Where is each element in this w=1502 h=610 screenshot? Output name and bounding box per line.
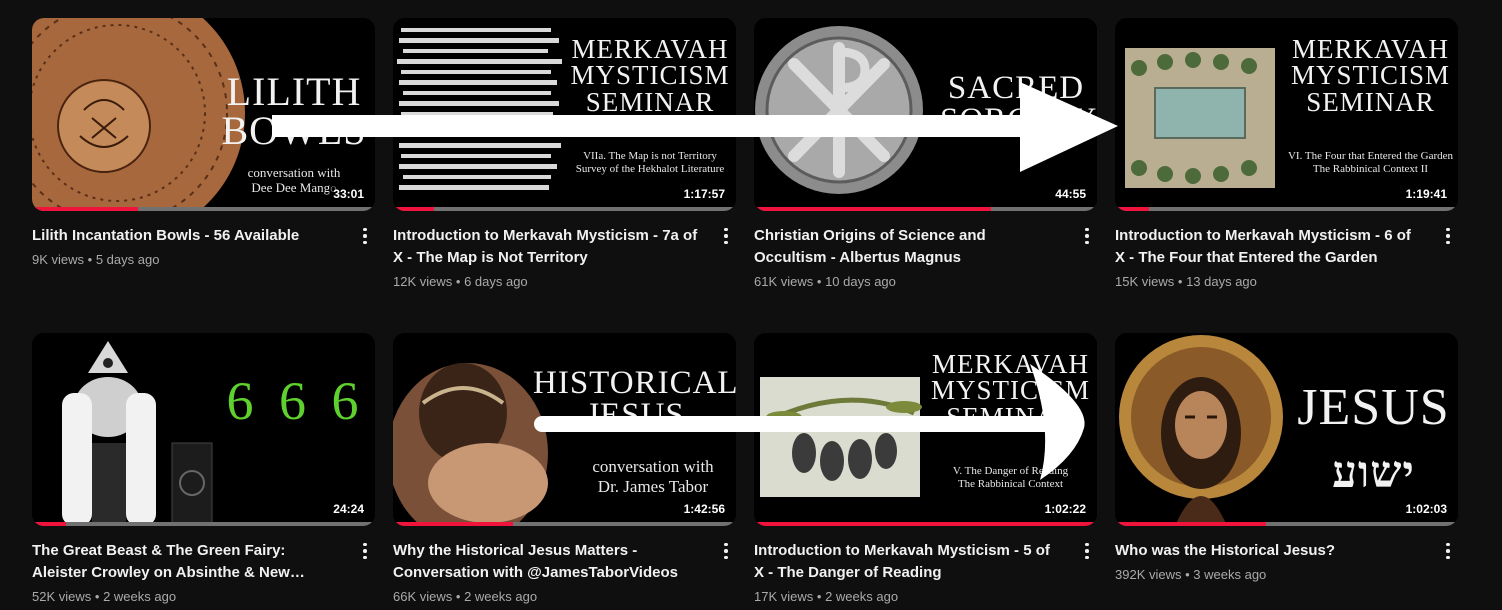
- duration-badge: 1:02:03: [1401, 501, 1451, 517]
- thumbnail-subtitle: conversation with Dr. James Tabor: [592, 457, 714, 496]
- duration-badge: 33:01: [329, 186, 368, 202]
- video-thumbnail[interactable]: MERKAVAH MYSTICISM SEMINAR VI. The Four th…: [1115, 18, 1458, 211]
- video-stats: 17K views • 2 weeks ago: [754, 589, 899, 604]
- thumbnail-subtitle: V. The Danger of Reading The Rabbinical C…: [952, 465, 1069, 490]
- thumbnail-title: JESUS: [1297, 379, 1450, 436]
- more-vert-icon[interactable]: [357, 225, 373, 247]
- thumbnail-hebrew-text: ישוע: [1332, 448, 1415, 497]
- more-vert-icon[interactable]: [1079, 225, 1095, 247]
- more-vert-icon[interactable]: [1440, 225, 1456, 247]
- video-card[interactable]: MERKAVAH MYSTICISM SEMINAR V. The Danger o…: [754, 333, 1097, 606]
- more-vert-icon[interactable]: [718, 540, 734, 562]
- video-stats: 52K views • 2 weeks ago: [32, 589, 177, 604]
- video-stats: 12K views • 6 days ago: [393, 274, 528, 289]
- video-card[interactable]: SACRED SORCERY 44:55 Christian Origins of…: [754, 18, 1097, 291]
- video-card[interactable]: JESUS ישוע 1:02:03 Who was the Historica…: [1115, 333, 1458, 584]
- video-title[interactable]: Who was the Historical Jesus?: [1115, 540, 1422, 562]
- video-thumbnail[interactable]: JESUS ישוע 1:02:03: [1115, 333, 1458, 526]
- watch-progress: [393, 522, 736, 526]
- video-title[interactable]: Christian Origins of Science and Occulti…: [754, 225, 1061, 269]
- watch-progress: [32, 522, 375, 526]
- video-card[interactable]: LILITH BOWLS conversation with Dee Dee Man…: [32, 18, 375, 269]
- duration-badge: 1:02:22: [1040, 501, 1090, 517]
- thumbnail-title: MERKAVAH MYSTICISM SEMINAR: [570, 34, 730, 117]
- video-title[interactable]: Why the Historical Jesus Matters - Conve…: [393, 540, 700, 584]
- watch-progress: [754, 522, 1097, 526]
- video-stats: 9K views • 5 days ago: [32, 252, 160, 267]
- video-stats: 61K views • 10 days ago: [754, 274, 896, 289]
- video-thumbnail[interactable]: HISTORICAL JESUS conversation with Dr. Jam…: [393, 333, 736, 526]
- video-title[interactable]: Introduction to Merkavah Mysticism - 7a …: [393, 225, 700, 269]
- duration-badge: 1:42:56: [679, 501, 729, 517]
- more-vert-icon[interactable]: [1440, 540, 1456, 562]
- thumbnail-subtitle: VIIa. The Map is not Territory Survey of …: [575, 150, 725, 175]
- thumbnail-title: SACRED SORCERY: [940, 70, 1097, 139]
- thumbnail-title: HISTORICAL JESUS: [533, 365, 736, 434]
- watch-progress: [1115, 207, 1458, 211]
- video-thumbnail[interactable]: MERKAVAH MYSTICISM SEMINAR V. The Danger o…: [754, 333, 1097, 526]
- duration-badge: 1:19:41: [1401, 186, 1451, 202]
- video-thumbnail[interactable]: MERKAVAH MYSTICISM SEMINAR VIIa. The Map i…: [393, 18, 736, 211]
- watch-progress: [32, 207, 375, 211]
- video-thumbnail[interactable]: 6 6 6 24:24: [32, 333, 375, 526]
- duration-badge: 1:17:57: [679, 186, 729, 202]
- thumbnail-title: MERKAVAH MYSTICISM SEMINAR: [1290, 34, 1451, 117]
- thumbnail-subtitle: VI. The Four that Entered the Garden The …: [1287, 150, 1454, 175]
- video-stats: 66K views • 2 weeks ago: [393, 589, 538, 604]
- thumbnail-title: LILITH BOWLS: [221, 69, 367, 154]
- video-thumbnail[interactable]: LILITH BOWLS conversation with Dee Dee Man…: [32, 18, 375, 211]
- watch-progress: [1115, 522, 1458, 526]
- video-stats: 15K views • 13 days ago: [1115, 274, 1257, 289]
- watch-progress: [754, 207, 1097, 211]
- thumbnail-title: 6 6 6: [226, 371, 365, 431]
- video-card[interactable]: MERKAVAH MYSTICISM SEMINAR VI. The Four th…: [1115, 18, 1458, 291]
- video-card[interactable]: MERKAVAH MYSTICISM SEMINAR VIIa. The Map i…: [393, 18, 736, 291]
- more-vert-icon[interactable]: [718, 225, 734, 247]
- more-vert-icon[interactable]: [1079, 540, 1095, 562]
- video-title[interactable]: Lilith Incantation Bowls - 56 Available: [32, 225, 339, 247]
- video-card[interactable]: HISTORICAL JESUS conversation with Dr. Jam…: [393, 333, 736, 606]
- watch-progress: [393, 207, 736, 211]
- video-title[interactable]: Introduction to Merkavah Mysticism - 5 o…: [754, 540, 1061, 584]
- video-title[interactable]: The Great Beast & The Green Fairy: Aleis…: [32, 540, 339, 584]
- video-card[interactable]: 6 6 6 24:24 The Great Beast & The Green …: [32, 333, 375, 606]
- video-stats: 392K views • 3 weeks ago: [1115, 567, 1267, 582]
- duration-badge: 24:24: [329, 501, 368, 517]
- more-vert-icon[interactable]: [357, 540, 373, 562]
- thumbnail-title: MERKAVAH MYSTICISM SEMINAR: [930, 349, 1091, 432]
- duration-badge: 44:55: [1051, 186, 1090, 202]
- video-title[interactable]: Introduction to Merkavah Mysticism - 6 o…: [1115, 225, 1422, 269]
- video-thumbnail[interactable]: SACRED SORCERY 44:55: [754, 18, 1097, 211]
